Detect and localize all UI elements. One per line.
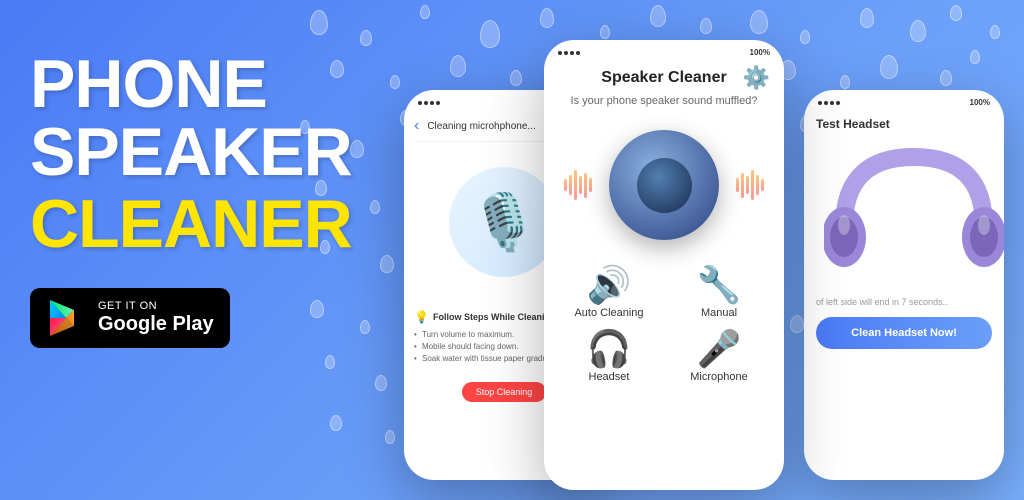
sound-waves-right — [736, 170, 764, 200]
get-it-on-label: GET IT ON — [98, 300, 214, 312]
dot-4 — [436, 101, 440, 105]
headset-icon: 🎧 — [587, 331, 632, 367]
headset-illustration — [824, 137, 1004, 297]
r-dot-1 — [818, 101, 822, 105]
google-play-button[interactable]: GET IT ON Google Play — [30, 288, 230, 348]
feature-headset[interactable]: 🎧 Headset — [560, 331, 658, 383]
wave-r1 — [736, 178, 739, 192]
wave-5 — [584, 173, 587, 198]
bulb-icon: 💡 — [414, 310, 429, 324]
speaker-image — [609, 130, 719, 240]
hero-title-cleaner: CLEANER — [30, 190, 310, 258]
manual-label: Manual — [701, 307, 737, 319]
auto-cleaning-label: Auto Cleaning — [574, 307, 643, 319]
r-dot-3 — [830, 101, 834, 105]
hero-title-phone: PHONE — [30, 50, 310, 118]
wave-4 — [579, 176, 582, 194]
right-header: Test Headset — [804, 111, 1004, 137]
features-grid: 🔊 Auto Cleaning 🔧 Manual 🎧 Headset 🎤 Mic… — [544, 255, 784, 395]
wave-r6 — [761, 179, 764, 191]
nav-title: Cleaning microhphone... — [427, 121, 535, 132]
microphone-label: Microphone — [690, 371, 747, 383]
dot-2 — [424, 101, 428, 105]
headset-label: Headset — [589, 371, 630, 383]
mic-circle: 🎙️ — [449, 167, 559, 277]
wave-1 — [564, 179, 567, 191]
headset-visual — [804, 137, 1004, 297]
r-dot-2 — [824, 101, 828, 105]
phone-right-status: 100% — [804, 90, 1004, 111]
center-battery: 100% — [750, 48, 770, 57]
signal-dots-center — [558, 51, 580, 55]
settings-icon[interactable]: ⚙️ — [743, 65, 770, 91]
r-dot-4 — [836, 101, 840, 105]
wave-r4 — [751, 170, 754, 200]
right-battery: 100% — [970, 98, 990, 107]
signal-dots — [418, 101, 440, 105]
manual-icon: 🔧 — [697, 267, 742, 303]
microphone-icon: 🎤 — [697, 331, 742, 367]
auto-cleaning-icon: 🔊 — [587, 267, 632, 303]
feature-auto-cleaning[interactable]: 🔊 Auto Cleaning — [560, 267, 658, 319]
wave-3 — [574, 170, 577, 200]
google-play-icon — [46, 298, 86, 338]
google-play-label: Google Play — [98, 312, 214, 336]
dot-1 — [418, 101, 422, 105]
phone-headset: 100% Test Headset o — [804, 90, 1004, 480]
sound-waves-left — [564, 170, 592, 200]
c-dot-2 — [564, 51, 568, 55]
hero-title-speaker: SPEAKER — [30, 118, 310, 186]
speaker-visual — [544, 115, 784, 255]
right-caption: of left side will end in 7 seconds.. — [804, 297, 1004, 307]
speaker-inner — [637, 158, 692, 213]
wave-r5 — [756, 175, 759, 195]
hero-section: PHONE SPEAKER CLEANER — [30, 50, 310, 348]
clean-headset-button[interactable]: Clean Headset Now! — [816, 317, 992, 349]
wave-r3 — [746, 176, 749, 194]
c-dot-4 — [576, 51, 580, 55]
center-header: Speaker Cleaner ⚙️ — [544, 61, 784, 95]
signal-dots-right — [818, 101, 840, 105]
c-dot-1 — [558, 51, 562, 55]
center-subtitle: Is your phone speaker sound muffled? — [544, 95, 784, 115]
feature-microphone[interactable]: 🎤 Microphone — [670, 331, 768, 383]
feature-manual[interactable]: 🔧 Manual — [670, 267, 768, 319]
phone-speaker-cleaner: 100% Speaker Cleaner ⚙️ Is your phone sp… — [544, 40, 784, 490]
back-arrow[interactable]: ‹ — [414, 117, 419, 135]
wave-2 — [569, 175, 572, 195]
phones-container: 100% ‹ Cleaning microhphone... 🎙️ 💡 Foll… — [324, 0, 1024, 500]
steps-title: Follow Steps While Cleaning!! — [433, 312, 562, 322]
stop-cleaning-button[interactable]: Stop Cleaning — [462, 382, 547, 402]
phone-center-status: 100% — [544, 40, 784, 61]
center-title: Speaker Cleaner — [601, 69, 726, 87]
c-dot-3 — [570, 51, 574, 55]
wave-r2 — [741, 173, 744, 198]
wave-6 — [589, 178, 592, 192]
dot-3 — [430, 101, 434, 105]
play-text-block: GET IT ON Google Play — [98, 300, 214, 336]
